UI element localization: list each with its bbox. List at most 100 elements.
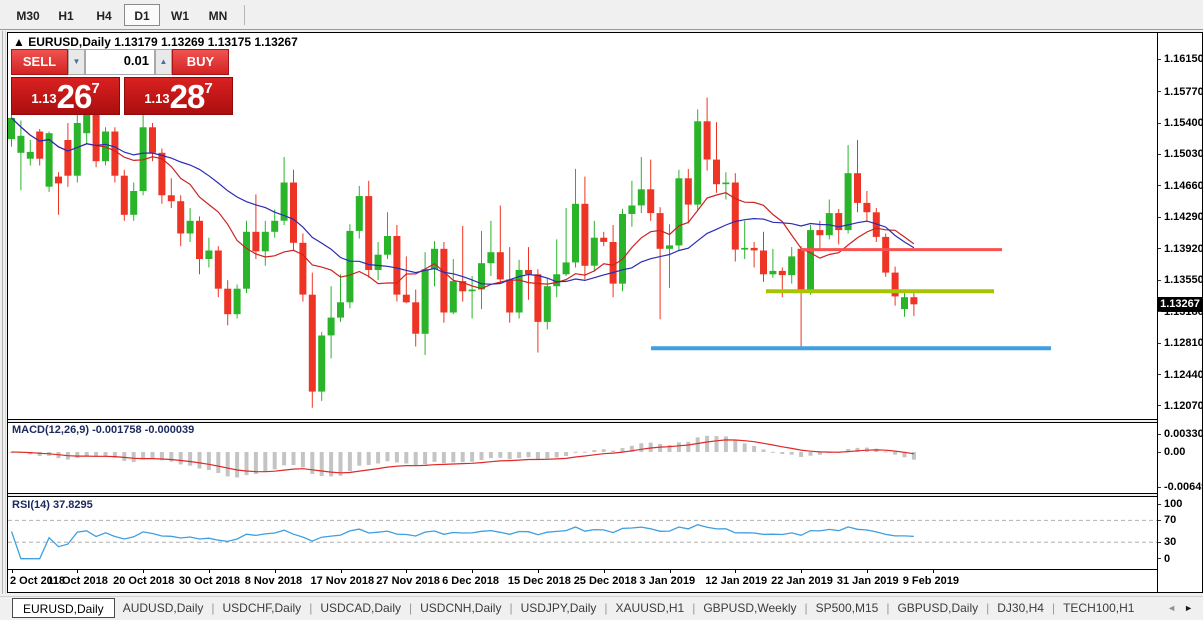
collapse-trade-panel-icon[interactable]: ▲	[13, 35, 25, 49]
tab-scroll-right-icon[interactable]: ►	[1180, 603, 1197, 613]
date-axis-tick	[801, 570, 802, 573]
date-axis-tick	[670, 570, 671, 573]
macd-axis-label: 0.003306	[1164, 428, 1203, 440]
horizontal-line-objects[interactable]	[651, 250, 1051, 349]
date-axis-tick	[12, 570, 13, 573]
date-axis-label: 12 Jan 2019	[705, 575, 767, 587]
macd-axis-tick	[1158, 452, 1161, 453]
price-axis-label: 1.12070	[1164, 400, 1203, 412]
tab-usdjpy-daily[interactable]: USDJPY,Daily	[513, 598, 605, 618]
price-axis-label: 1.12440	[1164, 369, 1203, 381]
date-axis-tick	[867, 570, 868, 573]
date-axis-tick	[341, 570, 342, 573]
date-axis-tick	[77, 570, 78, 573]
date-axis-tick	[735, 570, 736, 573]
timeframe-button-h4[interactable]: H4	[86, 4, 122, 26]
window-left-border	[0, 31, 7, 594]
price-axis-tick	[1158, 59, 1161, 60]
date-axis-label: 31 Jan 2019	[837, 575, 899, 587]
date-axis-tick	[933, 570, 934, 573]
sell-price-box[interactable]: 1.13267	[11, 77, 120, 115]
macd-axis-tick	[1158, 487, 1161, 488]
price-axis-tick	[1158, 311, 1161, 312]
price-axis-label: 1.13920	[1164, 243, 1203, 255]
price-axis-tick	[1158, 123, 1161, 124]
sell-button[interactable]: SELL	[11, 49, 68, 75]
mt4-terminal: M30H1H4D1W1MN ▲ EURUSD,Daily 1.13179 1.1…	[0, 0, 1203, 620]
price-axis-label: 1.14290	[1164, 211, 1203, 223]
rsi-indicator-panel[interactable]	[8, 497, 1157, 568]
tab-gbpusd-weekly[interactable]: GBPUSD,Weekly	[695, 598, 804, 618]
chevron-down-icon: ▼	[73, 57, 81, 66]
date-axis-tick	[143, 570, 144, 573]
chart-ohlc-values: 1.13179 1.13269 1.13175 1.13267	[114, 35, 298, 49]
tab-scroll-arrows: ◄►	[1163, 603, 1197, 613]
price-axis-label: 1.12810	[1164, 337, 1203, 349]
buy-price-main: 28	[170, 82, 205, 112]
date-axis-label: 6 Dec 2018	[442, 575, 499, 587]
date-axis-label: 3 Jan 2019	[640, 575, 696, 587]
price-axis-tick	[1158, 185, 1161, 186]
tab-usdchf-daily[interactable]: USDCHF,Daily	[215, 598, 310, 618]
rsi-axis-tick	[1158, 504, 1161, 505]
macd-histogram	[10, 436, 916, 478]
date-axis[interactable]: 2 Oct 201811 Oct 201820 Oct 201830 Oct 2…	[8, 570, 1157, 592]
date-axis-label: 11 Oct 2018	[47, 575, 108, 587]
date-axis-label: 20 Oct 2018	[113, 575, 174, 587]
price-axis[interactable]: 1.13267 1.161501.157701.154001.150301.14…	[1158, 33, 1202, 592]
timeframe-button-d1[interactable]: D1	[124, 4, 160, 26]
tab-tech100-h1[interactable]: TECH100,H1	[1055, 598, 1142, 618]
timeframe-button-mn[interactable]: MN	[200, 4, 236, 26]
price-axis-tick	[1158, 374, 1161, 375]
date-axis-tick	[209, 570, 210, 573]
price-axis-label: 1.15770	[1164, 86, 1203, 98]
rsi-axis-label: 70	[1164, 514, 1176, 526]
tab-usdcnh-daily[interactable]: USDCNH,Daily	[412, 598, 509, 618]
volume-decrease-button[interactable]: ▼	[68, 49, 85, 75]
price-axis-tick	[1158, 217, 1161, 218]
one-click-trading-panel: SELL ▼ 0.01 ▲ BUY 1.13267 1.13287	[11, 49, 233, 115]
timeframe-button-h1[interactable]: H1	[48, 4, 84, 26]
price-axis-tick	[1158, 343, 1161, 344]
buy-price-box[interactable]: 1.13287	[124, 77, 233, 115]
sell-price-prefix: 1.13	[31, 86, 56, 112]
date-axis-label: 9 Feb 2019	[903, 575, 959, 587]
date-axis-label: 25 Dec 2018	[574, 575, 637, 587]
price-axis-tick	[1158, 405, 1161, 406]
rsi-axis-label: 0	[1164, 553, 1170, 565]
tab-xauusd-h1[interactable]: XAUUSD,H1	[608, 598, 693, 618]
timeframe-toolbar: M30H1H4D1W1MN	[0, 0, 1203, 30]
tab-gbpusd-daily[interactable]: GBPUSD,Daily	[889, 598, 986, 618]
macd-axis-label: -0.00649	[1164, 481, 1203, 493]
volume-increase-button[interactable]: ▲	[155, 49, 172, 75]
tab-scroll-left-icon[interactable]: ◄	[1163, 603, 1180, 613]
rsi-axis-tick	[1158, 520, 1161, 521]
chart-tab-bar: EURUSD,DailyAUDUSD,Daily|USDCHF,Daily|US…	[0, 596, 1203, 618]
date-axis-tick	[275, 570, 276, 573]
macd-axis-tick	[1158, 434, 1161, 435]
buy-price-pip: 7	[204, 82, 212, 96]
price-axis-tick	[1158, 154, 1161, 155]
tab-dj30-h4[interactable]: DJ30,H4	[989, 598, 1052, 618]
macd-label: MACD(12,26,9) -0.001758 -0.000039	[12, 424, 194, 436]
date-axis-tick	[472, 570, 473, 573]
timeframe-button-m30[interactable]: M30	[10, 4, 46, 26]
date-axis-tick	[604, 570, 605, 573]
price-axis-label: 1.15400	[1164, 117, 1203, 129]
buy-button[interactable]: BUY	[172, 49, 229, 75]
date-axis-label: 17 Nov 2018	[311, 575, 375, 587]
tab-usdcad-daily[interactable]: USDCAD,Daily	[312, 598, 409, 618]
date-axis-label: 22 Jan 2019	[771, 575, 833, 587]
tab-sp500-m15[interactable]: SP500,M15	[808, 598, 887, 618]
volume-input[interactable]: 0.01	[85, 49, 155, 75]
rsi-axis-label: 100	[1164, 498, 1182, 510]
timeframe-button-w1[interactable]: W1	[162, 4, 198, 26]
tab-eurusd-daily[interactable]: EURUSD,Daily	[12, 598, 115, 618]
rsi-axis-tick	[1158, 542, 1161, 543]
date-axis-label: 15 Dec 2018	[508, 575, 571, 587]
chevron-up-icon: ▲	[160, 57, 168, 66]
buy-price-prefix: 1.13	[144, 86, 169, 112]
tab-audusd-daily[interactable]: AUDUSD,Daily	[115, 598, 212, 618]
chart-title: ▲ EURUSD,Daily 1.13179 1.13269 1.13175 1…	[13, 35, 298, 49]
sell-price-pip: 7	[91, 82, 99, 96]
